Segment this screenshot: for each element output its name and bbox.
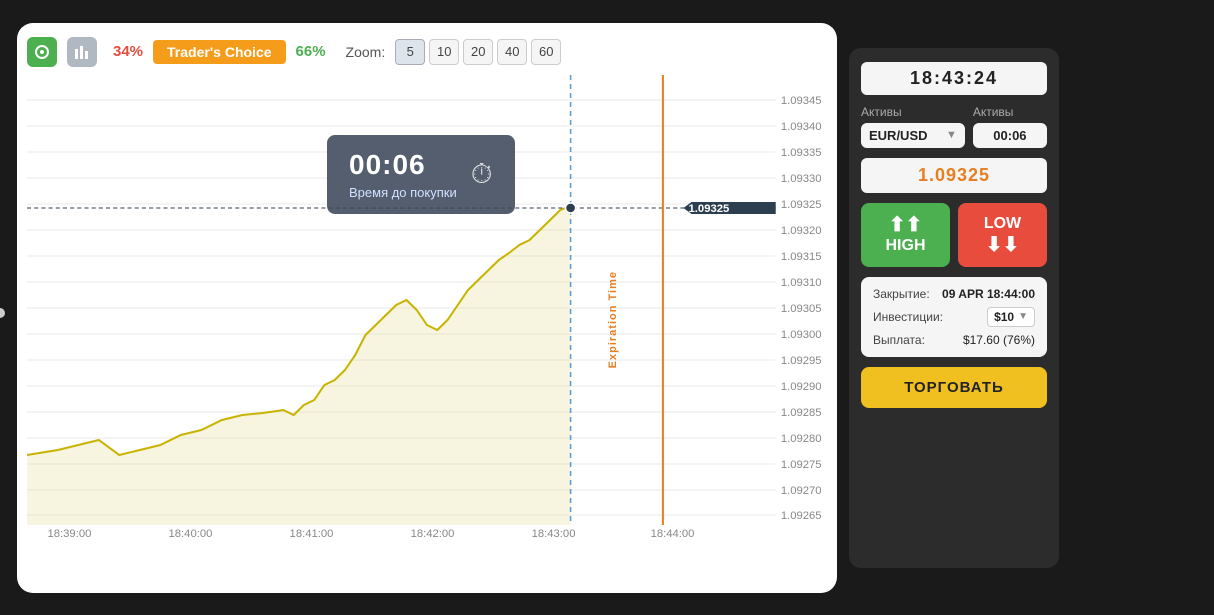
invest-label: Инвестиции: <box>873 310 943 324</box>
zoom-label: Zoom: <box>346 44 386 60</box>
svg-text:18:40:00: 18:40:00 <box>169 528 213 540</box>
svg-text:18:39:00: 18:39:00 <box>48 528 92 540</box>
svg-text:1.09320: 1.09320 <box>781 225 822 237</box>
tooltip-content: 00:06 Время до покупки <box>349 149 457 200</box>
clock-icon: ⏱ <box>471 158 493 191</box>
svg-text:1.09305: 1.09305 <box>781 303 822 315</box>
chart-toolbar: 34% Trader's Choice 66% Zoom: 5 10 20 40… <box>27 37 827 67</box>
high-button[interactable]: ⬆⬆ HIGH <box>861 203 950 267</box>
asset-name-col: Активы EUR/USD ▼ <box>861 105 965 148</box>
zoom-btn-40[interactable]: 40 <box>497 39 527 65</box>
svg-text:1.09285: 1.09285 <box>781 407 822 419</box>
svg-text:1.09330: 1.09330 <box>781 173 822 185</box>
payout-value: $17.60 (76%) <box>963 333 1035 347</box>
asset-name: EUR/USD <box>869 128 928 143</box>
payout-label: Выплата: <box>873 333 925 347</box>
invest-value: $10 <box>994 310 1014 324</box>
asset-time-col: Активы 00:06 <box>973 105 1047 148</box>
svg-text:1.09265: 1.09265 <box>781 510 822 522</box>
svg-text:18:42:00: 18:42:00 <box>411 528 455 540</box>
chart-panel: 34% Trader's Choice 66% Zoom: 5 10 20 40… <box>17 23 837 593</box>
zoom-btn-60[interactable]: 60 <box>531 39 561 65</box>
svg-text:1.09325: 1.09325 <box>781 199 822 211</box>
invest-select[interactable]: $10 ▼ <box>987 307 1035 327</box>
assets-row: Активы EUR/USD ▼ Активы 00:06 <box>861 105 1047 148</box>
bearish-pct: 34% <box>113 43 143 60</box>
chart-type-line-icon[interactable] <box>27 37 57 67</box>
chart-tooltip: 00:06 Время до покупки ⏱ <box>327 135 515 214</box>
expiration-time-label: Expiration Time <box>607 271 619 368</box>
svg-text:1.09345: 1.09345 <box>781 95 822 107</box>
tooltip-time: 00:06 <box>349 149 457 181</box>
bullish-pct: 66% <box>296 43 326 60</box>
svg-text:1.09290: 1.09290 <box>781 381 822 393</box>
invest-arrow-icon: ▼ <box>1018 311 1028 322</box>
payout-row: Выплата: $17.60 (76%) <box>873 333 1035 347</box>
tooltip-label: Время до покупки <box>349 185 457 200</box>
svg-text:1.09340: 1.09340 <box>781 121 822 133</box>
low-button[interactable]: LOW ⬇⬇ <box>958 203 1047 267</box>
svg-text:1.09300: 1.09300 <box>781 329 822 341</box>
svg-text:18:44:00: 18:44:00 <box>651 528 695 540</box>
zoom-btn-20[interactable]: 20 <box>463 39 493 65</box>
time-display: 18:43:24 <box>861 62 1047 95</box>
asset-select-arrow-icon: ▼ <box>946 129 957 141</box>
low-arrow-icon: ⬇⬇ <box>986 235 1020 255</box>
svg-text:1.09310: 1.09310 <box>781 277 822 289</box>
chart-area: Expiration Time .y-label { font-size: 11… <box>27 75 827 565</box>
svg-text:1.09275: 1.09275 <box>781 459 822 471</box>
assets-label-1: Активы <box>861 105 965 119</box>
closing-label: Закрытие: <box>873 287 930 301</box>
closing-row: Закрытие: 09 APR 18:44:00 <box>873 287 1035 301</box>
low-label: LOW <box>984 215 1021 233</box>
right-panel: 18:43:24 Активы EUR/USD ▼ Активы 00:06 1… <box>849 48 1059 568</box>
high-label: HIGH <box>886 237 926 255</box>
high-arrow-icon: ⬆⬆ <box>889 215 923 235</box>
invest-row: Инвестиции: $10 ▼ <box>873 307 1035 327</box>
svg-text:18:43:00: 18:43:00 <box>532 528 576 540</box>
assets-label-2: Активы <box>973 105 1047 119</box>
action-buttons: ⬆⬆ HIGH LOW ⬇⬇ <box>861 203 1047 267</box>
price-display: 1.09325 <box>861 158 1047 193</box>
zoom-btn-10[interactable]: 10 <box>429 39 459 65</box>
zoom-buttons: 5 10 20 40 60 <box>395 39 561 65</box>
traders-choice-button[interactable]: Trader's Choice <box>153 40 285 64</box>
svg-text:1.09270: 1.09270 <box>781 485 822 497</box>
svg-text:1.09315: 1.09315 <box>781 251 822 263</box>
asset-select[interactable]: EUR/USD ▼ <box>861 123 965 148</box>
asset-expiry-time: 00:06 <box>973 123 1047 148</box>
svg-text:1.09325: 1.09325 <box>689 203 730 215</box>
trade-button[interactable]: ТОРГОВАТЬ <box>861 367 1047 408</box>
zoom-btn-5[interactable]: 5 <box>395 39 425 65</box>
svg-text:1.09280: 1.09280 <box>781 433 822 445</box>
svg-text:1.09335: 1.09335 <box>781 147 822 159</box>
left-dot <box>0 308 5 318</box>
closing-value: 09 APR 18:44:00 <box>942 287 1035 301</box>
svg-text:1.09295: 1.09295 <box>781 355 822 367</box>
svg-text:18:41:00: 18:41:00 <box>290 528 334 540</box>
chart-type-bar-icon[interactable] <box>67 37 97 67</box>
info-box: Закрытие: 09 APR 18:44:00 Инвестиции: $1… <box>861 277 1047 357</box>
